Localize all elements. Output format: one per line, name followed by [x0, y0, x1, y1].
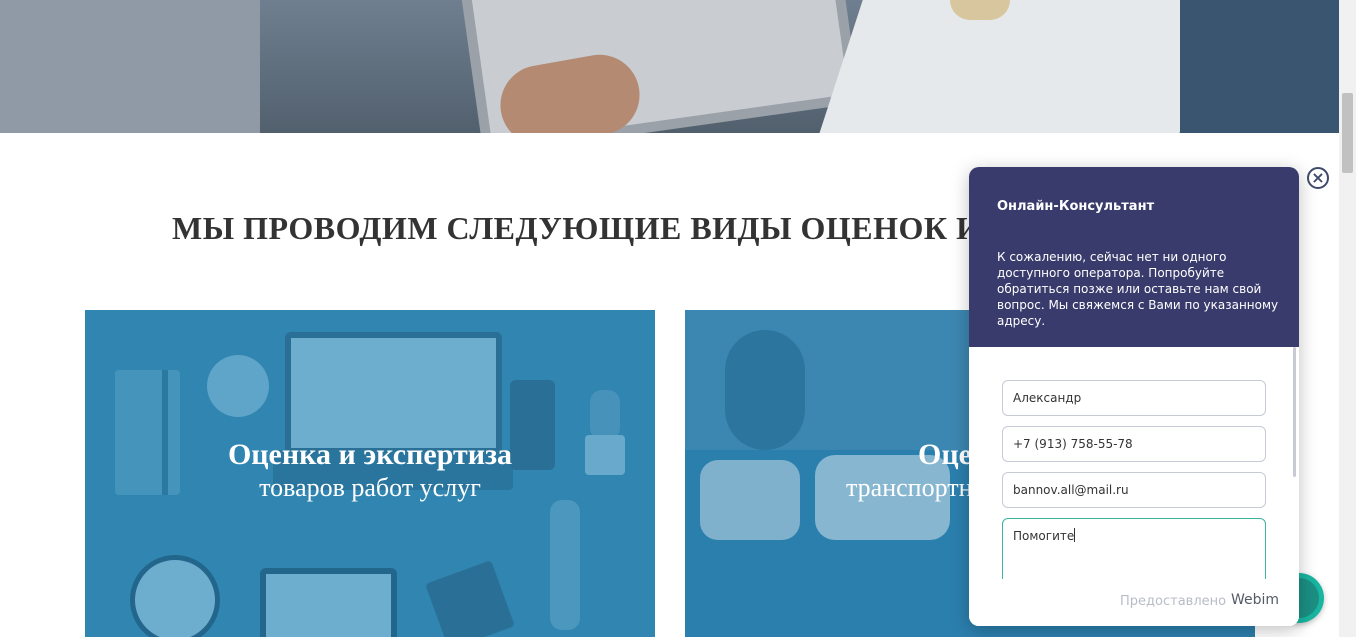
question-textarea[interactable]: Помогите: [1002, 518, 1266, 588]
question-text: Помогите: [1013, 529, 1075, 543]
email-field[interactable]: bannov.all@mail.ru: [1002, 472, 1266, 508]
name-field[interactable]: Александр: [1002, 380, 1266, 416]
chat-header: Онлайн-Консультант К сожалению, сейчас н…: [969, 167, 1299, 347]
text-caret: [1074, 528, 1076, 542]
powered-by-label: Предоставлено: [1120, 594, 1227, 609]
chat-footer: Предоставлено Webim: [969, 579, 1299, 626]
chat-scrollbar[interactable]: [1293, 347, 1296, 477]
chat-offline-message: К сожалению, сейчас нет ни одного доступ…: [997, 250, 1279, 328]
phone-field[interactable]: +7 (913) 758-55-78: [1002, 426, 1266, 462]
card-subtitle: транспортн: [846, 473, 973, 502]
hero-image: [0, 0, 1339, 133]
close-icon[interactable]: ×: [1307, 167, 1329, 189]
page-scrollbar[interactable]: [1339, 0, 1356, 637]
section-title: МЫ ПРОВОДИМ СЛЕДУЮЩИЕ ВИДЫ ОЦЕНОК И: [172, 210, 982, 246]
webim-logo[interactable]: Webim: [1231, 592, 1279, 608]
chat-title: Онлайн-Консультант: [997, 199, 1155, 214]
card-subtitle: товаров работ услуг: [259, 473, 481, 502]
chat-widget: Онлайн-Консультант К сожалению, сейчас н…: [969, 167, 1299, 626]
service-card-goods[interactable]: Оценка и экспертиза товаров работ услуг: [85, 310, 655, 637]
card-title: Оце: [918, 438, 972, 471]
scrollbar-thumb[interactable]: [1342, 93, 1353, 173]
card-title: Оценка и экспертиза: [227, 438, 513, 471]
